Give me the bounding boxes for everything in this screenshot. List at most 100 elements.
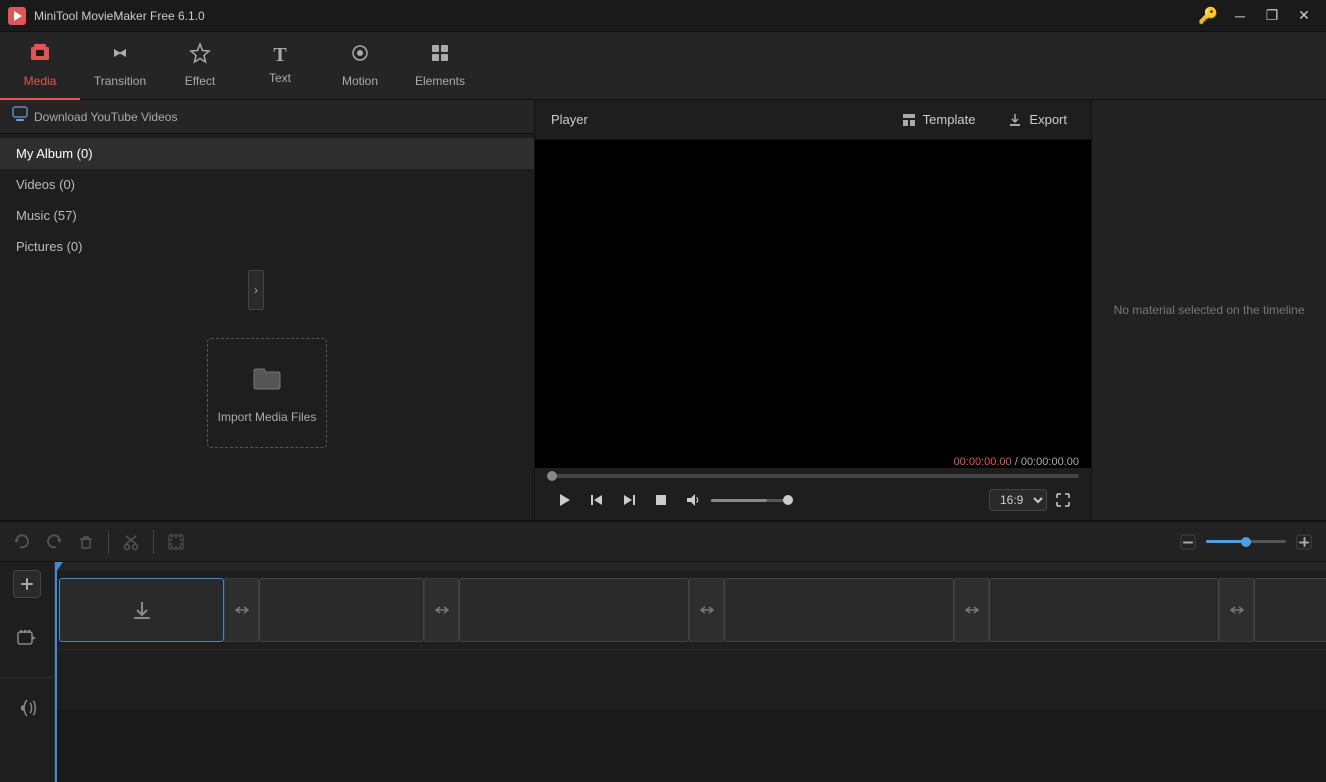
toolbar-media-label: Media: [24, 74, 57, 88]
download-label: Download YouTube Videos: [34, 110, 177, 124]
cut-button[interactable]: [117, 528, 145, 556]
library-music[interactable]: Music (57): [0, 200, 534, 231]
library-videos[interactable]: Videos (0): [0, 169, 534, 200]
key-icon: 🔑: [1198, 6, 1218, 26]
content-area: Download YouTube Videos My Album (0) Vid…: [0, 100, 1326, 520]
restore-button[interactable]: ❐: [1258, 2, 1286, 30]
import-media-box[interactable]: Import Media Files: [207, 338, 327, 448]
zoom-minus-button[interactable]: [1174, 528, 1202, 556]
toolbar-effect[interactable]: Effect: [160, 32, 240, 100]
toolbar-effect-label: Effect: [185, 74, 215, 88]
toolbar: Media Transition Effect T Text Motion: [0, 32, 1326, 100]
transition-clip-4[interactable]: [954, 578, 989, 642]
player-label: Player: [551, 112, 877, 127]
effect-icon: [189, 42, 211, 70]
play-button[interactable]: [551, 486, 579, 514]
template-label: Template: [923, 112, 976, 127]
timeline-zoom-controls: [1174, 528, 1318, 556]
fullscreen-button[interactable]: [1051, 488, 1075, 512]
audio-track: [55, 650, 1326, 710]
toolbar-separator-1: [108, 530, 109, 554]
undo-button[interactable]: [8, 528, 36, 556]
playhead-triangle: [55, 562, 63, 572]
zoom-plus-button[interactable]: [1290, 528, 1318, 556]
time-total: 00:00:00.00: [1021, 456, 1079, 468]
timeline-ruler: [55, 562, 1326, 570]
library-tabs: My Album (0) Videos (0) Music (57) Pictu…: [0, 134, 534, 266]
stop-button[interactable]: [647, 486, 675, 514]
toolbar-motion-label: Motion: [342, 74, 378, 88]
video-track: [55, 570, 1326, 650]
transition-clip-3[interactable]: [689, 578, 724, 642]
library-pictures[interactable]: Pictures (0): [0, 231, 534, 262]
toolbar-transition-label: Transition: [94, 74, 146, 88]
video-clip-1[interactable]: [59, 578, 224, 642]
toolbar-separator-2: [153, 530, 154, 554]
media-content: Import Media Files: [0, 266, 534, 520]
transition-clip-1[interactable]: [224, 578, 259, 642]
toolbar-text[interactable]: T Text: [240, 32, 320, 100]
toolbar-media[interactable]: Media: [0, 32, 80, 100]
toolbar-text-label: Text: [269, 71, 291, 85]
toolbar-elements-label: Elements: [415, 74, 465, 88]
player-header: Player Template Export: [535, 100, 1091, 140]
timeline-track-labels: [0, 562, 55, 782]
expand-panel-button[interactable]: ›: [248, 270, 264, 310]
timeline-area: [0, 520, 1326, 782]
transition-clip-2[interactable]: [424, 578, 459, 642]
template-button[interactable]: Template: [893, 108, 984, 132]
controls-row: 16:9 4:3 1:1 9:16: [547, 484, 1079, 516]
minimize-button[interactable]: ─: [1226, 2, 1254, 30]
library-my-album[interactable]: My Album (0): [0, 138, 534, 169]
motion-icon: [349, 42, 371, 70]
playback-bar: 00:00:00.00 / 00:00:00.00: [535, 468, 1091, 520]
title-bar: MiniTool MovieMaker Free 6.1.0 🔑 ─ ❐ ✕: [0, 0, 1326, 32]
timeline-content: [0, 562, 1326, 782]
title-actions: 🔑 ─ ❐ ✕: [1194, 2, 1318, 30]
next-button[interactable]: [615, 486, 643, 514]
timeline-tracks: [55, 562, 1326, 782]
video-clip-6[interactable]: [1254, 578, 1326, 642]
export-label: Export: [1029, 112, 1067, 127]
elements-icon: [429, 42, 451, 70]
app-logo-icon: [8, 7, 26, 25]
export-button[interactable]: Export: [999, 108, 1075, 132]
progress-track[interactable]: 00:00:00.00 / 00:00:00.00: [547, 474, 1079, 478]
media-icon: [29, 42, 51, 70]
delete-button[interactable]: [72, 528, 100, 556]
progress-dot[interactable]: [547, 471, 557, 481]
time-current: 00:00:00.00: [954, 456, 1012, 468]
redo-button[interactable]: [40, 528, 68, 556]
toolbar-elements[interactable]: Elements: [400, 32, 480, 100]
toolbar-transition[interactable]: Transition: [80, 32, 160, 100]
no-material-message: No material selected on the timeline: [1114, 303, 1305, 317]
download-bar[interactable]: Download YouTube Videos: [0, 100, 534, 134]
volume-slider[interactable]: [711, 499, 791, 502]
add-media-button[interactable]: [13, 570, 41, 598]
aspect-ratio-select[interactable]: 16:9 4:3 1:1 9:16: [989, 489, 1047, 511]
track-label-video: [0, 598, 54, 678]
video-clip-4[interactable]: [724, 578, 954, 642]
properties-panel: › No material selected on the timeline: [1091, 100, 1326, 520]
left-panel: Download YouTube Videos My Album (0) Vid…: [0, 100, 535, 520]
track-label-audio: [0, 678, 54, 738]
timeline-toolbar: [0, 522, 1326, 562]
video-clip-5[interactable]: [989, 578, 1219, 642]
toolbar-motion[interactable]: Motion: [320, 32, 400, 100]
video-clip-3[interactable]: [459, 578, 689, 642]
download-icon: [12, 106, 28, 127]
playhead[interactable]: [55, 562, 57, 782]
zoom-track[interactable]: [1206, 540, 1286, 543]
import-folder-icon: [251, 363, 283, 402]
key-button[interactable]: 🔑: [1194, 2, 1222, 30]
time-display: 00:00:00.00 / 00:00:00.00: [954, 456, 1079, 468]
app-title: MiniTool MovieMaker Free 6.1.0: [34, 9, 1194, 23]
prev-button[interactable]: [583, 486, 611, 514]
import-label: Import Media Files: [218, 410, 317, 424]
volume-button[interactable]: [679, 486, 707, 514]
crop-button[interactable]: [162, 528, 190, 556]
transition-clip-5[interactable]: [1219, 578, 1254, 642]
video-clip-2[interactable]: [259, 578, 424, 642]
player-panel: Player Template Export: [535, 100, 1091, 520]
close-button[interactable]: ✕: [1290, 2, 1318, 30]
